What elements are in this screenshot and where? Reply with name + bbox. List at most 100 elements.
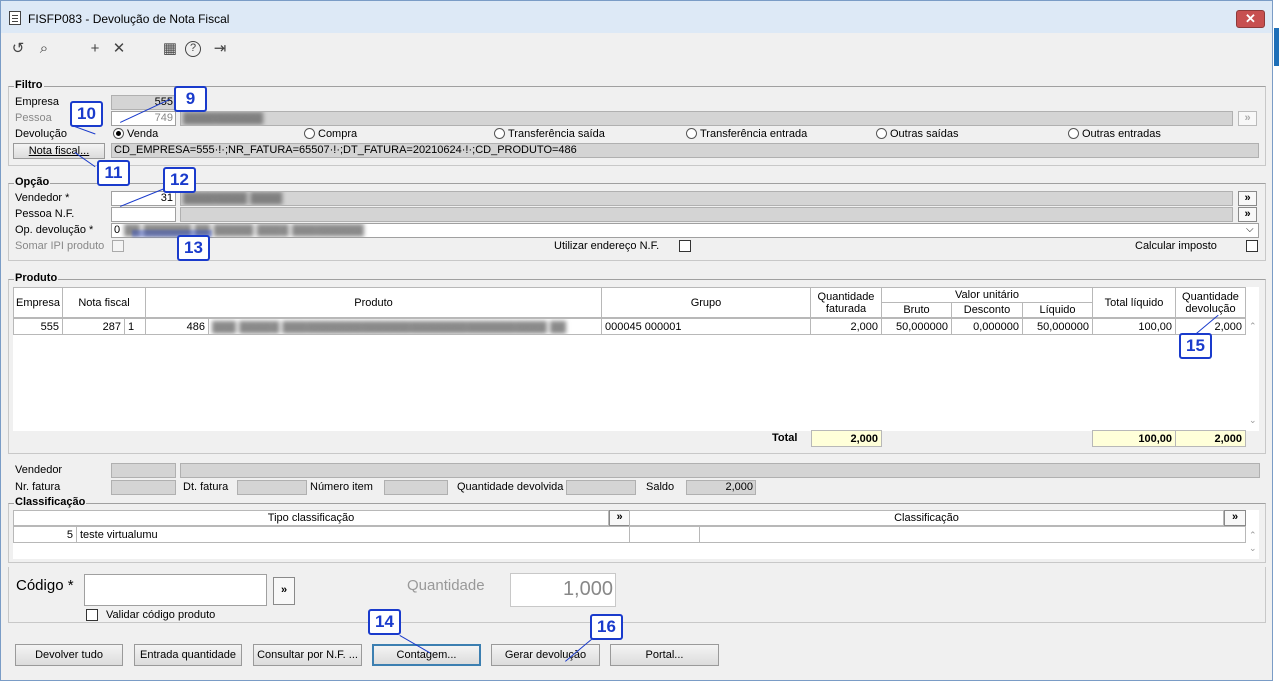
codigo-lookup-button[interactable]: » (273, 577, 295, 605)
cell-bruto[interactable]: 50,000000 (881, 318, 952, 335)
cell-desconto[interactable]: 0,000000 (951, 318, 1023, 335)
calcular-imposto-checkbox[interactable] (1246, 240, 1258, 252)
header-bruto: Bruto (881, 302, 952, 318)
radio-transferencia-entrada-label: Transferência entrada (700, 128, 808, 140)
radio-venda[interactable] (113, 128, 124, 139)
gerar-devolucao-button[interactable]: Gerar devolução (491, 644, 600, 666)
devolucao-label: Devolução (15, 128, 67, 140)
scroll-down-icon[interactable]: ⌄ (1249, 415, 1257, 426)
header-grupo: Grupo (601, 287, 811, 318)
window-edge (1273, 0, 1279, 681)
pessoa-lookup-button[interactable]: » (1238, 111, 1257, 126)
cell-item[interactable]: 1 (124, 318, 146, 335)
pessoa-field[interactable]: 749 (111, 111, 176, 126)
vendedor-label: Vendedor * (15, 192, 70, 204)
pessoa-label: Pessoa (15, 112, 52, 124)
codigo-input[interactable] (84, 574, 267, 606)
detalhe-vendedor-field (111, 463, 176, 478)
pessoa-nf-field[interactable] (111, 207, 176, 222)
scroll-up-icon-2[interactable]: ⌃ (1249, 530, 1257, 541)
validar-codigo-label: Validar código produto (106, 609, 216, 621)
dt-fatura-label: Dt. fatura (183, 481, 229, 493)
utilizar-endereco-checkbox[interactable] (679, 240, 691, 252)
delete-icon[interactable]: ✕ (110, 40, 128, 58)
entrada-quantidade-button[interactable]: Entrada quantidade (134, 644, 242, 666)
somar-ipi-checkbox[interactable] (112, 240, 124, 252)
search-icon[interactable]: ⌕ (35, 40, 53, 58)
radio-compra[interactable] (304, 128, 315, 139)
cell-classificacao-descricao[interactable] (699, 526, 1246, 543)
cell-classificacao-codigo[interactable]: 5 (13, 526, 77, 543)
cell-empresa[interactable]: 555 (13, 318, 63, 335)
nota-fiscal-button[interactable]: Nota fiscal... (13, 143, 105, 159)
pessoa-nf-lookup-button[interactable]: » (1238, 207, 1257, 222)
pessoa-nf-name-field (180, 207, 1233, 222)
cell-produto-codigo[interactable]: 486 (145, 318, 209, 335)
window-title: FISFP083 - Devolução de Nota Fiscal (28, 12, 230, 26)
validar-codigo-checkbox[interactable] (86, 609, 98, 621)
op-devolucao-select[interactable]: 0 ▓▓ ▓▓▓▓▓▓ ▓▓ ▓▓▓▓▓ ▓▓▓▓ ▓▓▓▓▓▓▓▓▓ (111, 223, 1259, 238)
tipo-classificacao-button[interactable]: » (609, 510, 630, 526)
add-icon[interactable]: + (86, 40, 104, 58)
empresa-field[interactable]: 555 (111, 95, 176, 110)
header-valor-unitario: Valor unitário (881, 287, 1093, 303)
quantidade-devolvida-field (566, 480, 636, 495)
header-quantidade-faturada: Quantidade faturada (810, 287, 882, 318)
classificacao-button[interactable]: » (1224, 510, 1246, 526)
callout-16: 16 (590, 614, 623, 640)
total-label: Total (772, 432, 798, 444)
dt-fatura-field (237, 480, 307, 495)
background-accent (1274, 28, 1279, 66)
callout-14: 14 (368, 609, 401, 635)
cell-quantidade-faturada[interactable]: 2,000 (810, 318, 882, 335)
header-nota-fiscal: Nota fiscal (62, 287, 146, 318)
callout-9: 9 (174, 86, 207, 112)
radio-outras-entradas[interactable] (1068, 128, 1079, 139)
cell-total-liquido[interactable]: 100,00 (1092, 318, 1176, 335)
header-produto: Produto (145, 287, 602, 318)
callout-11: 11 (97, 160, 130, 186)
codigo-label: Código * (16, 577, 74, 594)
radio-transferencia-saida-label: Transferência saída (508, 128, 605, 140)
refresh-icon[interactable]: ↺ (9, 40, 27, 58)
cell-liquido[interactable]: 50,000000 (1022, 318, 1093, 335)
scroll-down-icon-2[interactable]: ⌄ (1249, 543, 1257, 554)
vendedor-field[interactable]: 31 (111, 191, 176, 206)
quantidade-field[interactable]: 1,000 (510, 573, 616, 607)
exit-icon[interactable]: ⇥ (211, 40, 229, 58)
radio-outras-saidas[interactable] (876, 128, 887, 139)
cell-produto-descricao[interactable]: ▓▓▓ ▓▓▓▓▓ ▓▓▓▓▓▓▓▓▓▓▓▓▓▓▓▓▓▓▓▓▓▓▓▓▓▓▓▓▓▓… (208, 318, 602, 335)
chevron-down-icon[interactable]: ⌵ (1246, 224, 1254, 235)
header-classificacao: Classificação (629, 510, 1224, 526)
filtro-title: Filtro (14, 79, 44, 91)
radio-outras-entradas-label: Outras entradas (1082, 128, 1161, 140)
header-empresa: Empresa (13, 287, 63, 318)
detalhe-vendedor-name-field (180, 463, 1260, 478)
total-devolucao: 2,000 (1175, 430, 1246, 447)
devolver-tudo-button[interactable]: Devolver tudo (15, 644, 123, 666)
contagem-button[interactable]: Contagem... (372, 644, 481, 666)
classificacao-title: Classificação (14, 496, 87, 508)
numero-item-field (384, 480, 448, 495)
header-quantidade-devolucao: Quantidade devolução (1175, 287, 1246, 318)
radio-compra-label: Compra (318, 128, 358, 140)
empresa-label: Empresa (15, 96, 60, 108)
scroll-up-icon[interactable]: ⌃ (1249, 321, 1257, 332)
close-button[interactable]: ✕ (1236, 10, 1265, 28)
header-liquido: Líquido (1022, 302, 1093, 318)
radio-transferencia-entrada[interactable] (686, 128, 697, 139)
cell-classificacao-codigo2[interactable] (629, 526, 700, 543)
nr-fatura-label: Nr. fatura (15, 481, 61, 493)
document-icon (9, 11, 21, 25)
cell-nota-fiscal[interactable]: 287 (62, 318, 125, 335)
somar-ipi-label: Somar IPI produto (15, 240, 105, 252)
cell-grupo[interactable]: 000045 000001 (601, 318, 811, 335)
cell-tipo-classificacao[interactable]: teste virtualumu (76, 526, 630, 543)
consultar-nf-button[interactable]: Consultar por N.F. ... (253, 644, 362, 666)
radio-outras-saidas-label: Outras saídas (890, 128, 959, 140)
help-icon[interactable]: ? (185, 41, 201, 57)
calendar-icon[interactable]: ▦ (161, 40, 179, 58)
radio-transferencia-saida[interactable] (494, 128, 505, 139)
vendedor-lookup-button[interactable]: » (1238, 191, 1257, 206)
portal-button[interactable]: Portal... (610, 644, 719, 666)
